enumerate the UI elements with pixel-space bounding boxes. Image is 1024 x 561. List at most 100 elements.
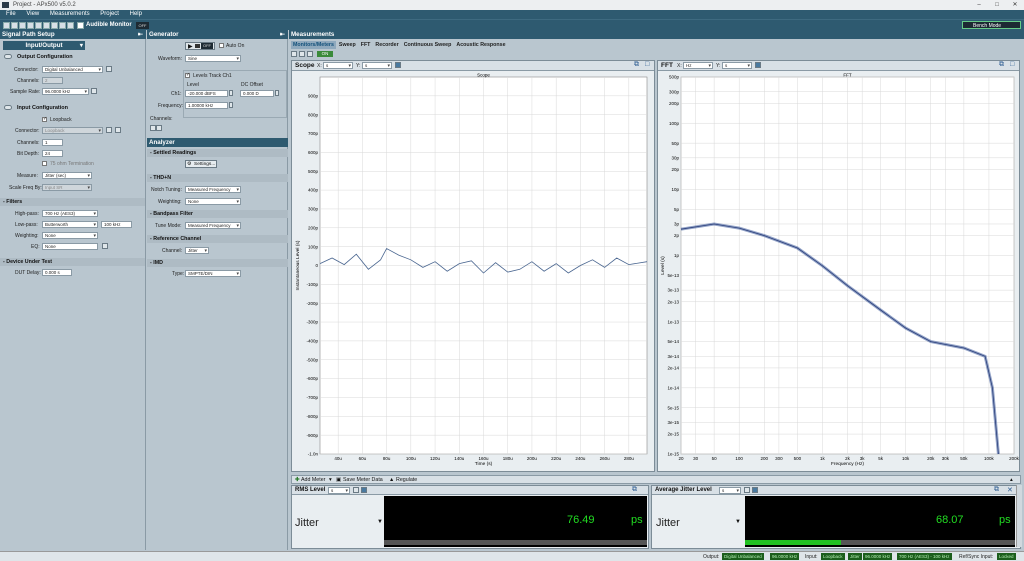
close-icon[interactable]: ✕ [1006, 0, 1024, 10]
rms-meter-popout-icon[interactable]: ⧉ [632, 486, 637, 494]
ch1-dc-stepper[interactable] [275, 90, 279, 96]
maximize-icon[interactable]: □ [988, 0, 1006, 10]
settled-section[interactable]: - Settled Readings [147, 149, 288, 157]
bit-depth-field[interactable]: 24 [42, 150, 63, 157]
sample-rate-select[interactable]: 96.0000 kHz [42, 88, 89, 95]
rms-meter-table-icon[interactable] [353, 487, 359, 493]
settings-icon[interactable] [67, 22, 74, 29]
bench-mode-select[interactable]: Bench Mode [962, 21, 1021, 29]
frequency-field[interactable]: 1.00000 kHz [185, 102, 228, 109]
channel-2-toggle[interactable] [156, 125, 162, 131]
regulate-button[interactable]: Regulate [396, 476, 417, 484]
input-settings-icon[interactable] [106, 127, 112, 133]
output-connector-select[interactable]: Digital Unbalanced [42, 66, 103, 73]
save-meter-button[interactable]: Save Meter Data [343, 476, 383, 484]
monitor-icon[interactable] [77, 22, 84, 29]
bandpass-section[interactable]: - Bandpass Filter [147, 210, 288, 218]
tab-monitors-meters[interactable]: Monitors/Meters [291, 41, 336, 49]
generator-play-button[interactable]: ▶ OFF [185, 42, 215, 50]
meter-toolbar-collapse-icon[interactable]: ▴ [1010, 476, 1013, 484]
menu-view[interactable]: View [26, 11, 39, 17]
avg-meter-close-icon[interactable]: ✕ [1007, 486, 1013, 494]
rms-meter-channel-dropdown-icon[interactable]: ▼ [377, 519, 383, 525]
tab-acoustic-response[interactable]: Acoustic Response [454, 41, 507, 49]
thdn-section[interactable]: - THD+N [147, 174, 288, 182]
measurement-on-toggle[interactable]: ON [317, 51, 333, 57]
menu-project[interactable]: Project [100, 11, 119, 17]
menu-help[interactable]: Help [130, 11, 142, 17]
input-info-icon[interactable] [115, 127, 121, 133]
avg-meter-popout-icon[interactable]: ⧉ [994, 486, 999, 494]
weighting-select[interactable]: None [42, 232, 98, 239]
avg-meter-unit-select[interactable]: s [719, 487, 741, 494]
fft-x-unit-select[interactable]: Hz [683, 62, 713, 69]
new-icon[interactable] [3, 22, 10, 29]
audible-monitor-toggle[interactable]: OFF [136, 22, 149, 29]
scale-freq-select[interactable]: Input SR [42, 184, 92, 191]
lowpass-freq-field[interactable]: 100 kHz [101, 221, 132, 228]
menu-measurements[interactable]: Measurements [50, 11, 90, 17]
tab-fft[interactable]: FFT [359, 41, 373, 49]
settings-button[interactable]: ⚙ Settings... [185, 160, 217, 168]
collapse-left-icon[interactable]: ⇤ [138, 30, 143, 39]
rms-meter-settings-icon[interactable] [361, 487, 367, 493]
avg-meter-channel-dropdown-icon[interactable]: ▼ [735, 519, 741, 525]
input-connector-select[interactable]: Loopback [42, 127, 103, 134]
ch1-level-field[interactable]: -20.000 dBFS [185, 90, 228, 97]
print-icon[interactable] [27, 22, 34, 29]
tune-mode-select[interactable]: Measured Frequency [185, 222, 241, 229]
dut-section[interactable]: - Device Under Test [0, 258, 145, 266]
input-channels-field[interactable]: 1 [42, 139, 63, 146]
levels-track-checkbox[interactable] [185, 72, 190, 78]
notch-tuning-select[interactable]: Measured Frequency [185, 186, 241, 193]
signal-path-selector[interactable]: Input/Output ▾ [3, 41, 85, 50]
measure-select[interactable]: Jitter (sec) [42, 172, 92, 179]
waveform-select[interactable]: Sine [185, 55, 241, 62]
data-icon[interactable] [59, 22, 66, 29]
sample-rate-icon[interactable] [91, 88, 97, 94]
reference-section[interactable]: - Reference Channel [147, 235, 288, 243]
loopback-checkbox[interactable] [42, 116, 47, 122]
scope-popout-icon[interactable]: ⧉ [634, 61, 639, 69]
rms-meter-unit-select[interactable]: s [328, 487, 350, 494]
reference-channel-select[interactable]: Jitter [185, 247, 209, 254]
minimize-icon[interactable]: – [970, 0, 988, 10]
eq-settings-icon[interactable] [102, 243, 108, 249]
fft-settings-icon[interactable] [755, 62, 761, 68]
ch1-level-stepper[interactable] [229, 90, 233, 96]
dut-delay-field[interactable]: 0.000 s [42, 269, 72, 276]
lowpass-select[interactable]: Butterworth [42, 221, 98, 228]
ch1-dc-field[interactable]: 0.000 D [240, 90, 274, 97]
layout-2-icon[interactable] [299, 51, 305, 57]
highpass-select[interactable]: 700 Hz (AES3) [42, 210, 98, 217]
menu-file[interactable]: File [6, 11, 16, 17]
open-icon[interactable] [11, 22, 18, 29]
tab-recorder[interactable]: Recorder [373, 41, 400, 49]
frequency-stepper[interactable] [229, 102, 233, 108]
save-icon[interactable] [19, 22, 26, 29]
imd-section[interactable]: - IMD [147, 259, 288, 267]
avg-meter-table-icon[interactable] [744, 487, 750, 493]
layout-1-icon[interactable] [291, 51, 297, 57]
collapse-generator-icon[interactable]: ⇤ [280, 30, 285, 39]
layout-3-icon[interactable] [307, 51, 313, 57]
analyzer-weighting-select[interactable]: None [185, 198, 241, 205]
output-settings-icon[interactable] [106, 66, 112, 72]
output-channels-field[interactable]: 2 [42, 77, 63, 84]
auto-on-checkbox[interactable] [219, 43, 224, 48]
termination-checkbox[interactable] [42, 161, 47, 166]
imd-type-select[interactable]: SMPTE/DIN [185, 270, 241, 277]
filters-section[interactable]: - Filters [0, 198, 145, 206]
scope-maximize-icon[interactable]: □ [645, 61, 649, 68]
scope-x-unit-select[interactable]: s [323, 62, 353, 69]
fft-popout-icon[interactable]: ⧉ [999, 61, 1004, 69]
meters-scrollbar[interactable] [1016, 485, 1022, 547]
add-meter-button[interactable]: Add Meter [301, 476, 325, 484]
fft-y-unit-select[interactable]: s [722, 62, 752, 69]
dropdown-icon[interactable]: ▾ [329, 476, 332, 484]
eq-field[interactable]: None [42, 243, 98, 250]
scope-settings-icon[interactable] [395, 62, 401, 68]
scope-y-unit-select[interactable]: s [362, 62, 392, 69]
report-icon[interactable] [51, 22, 58, 29]
redo-icon[interactable] [43, 22, 50, 29]
